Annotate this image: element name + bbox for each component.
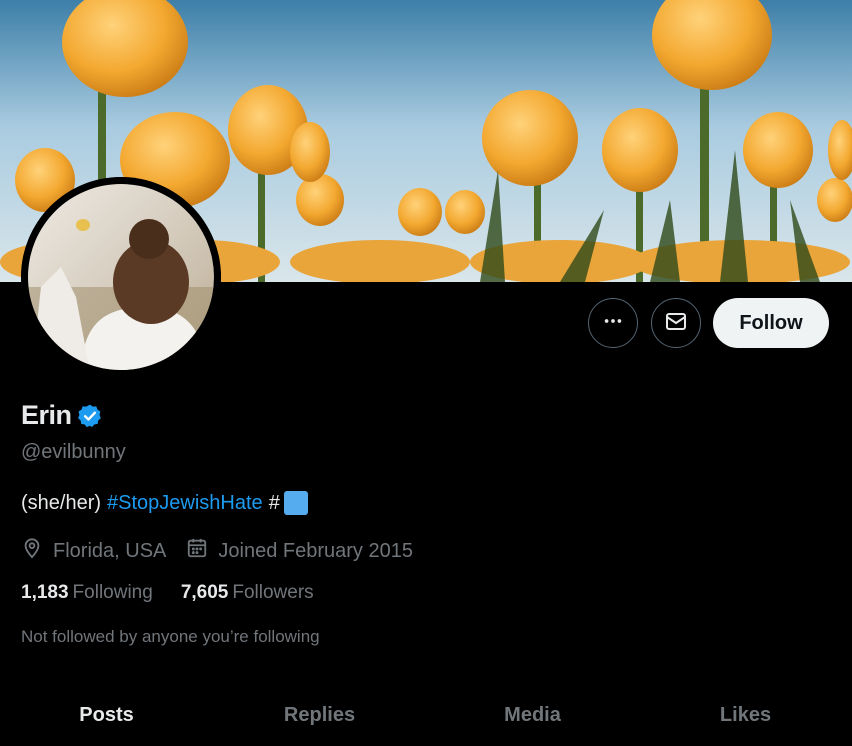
avatar[interactable] [21,177,221,377]
follow-button[interactable]: Follow [713,298,829,348]
calendar-icon [186,537,218,565]
bio-text: (she/her) [21,491,102,514]
following-link[interactable]: 1,183 Following [21,582,153,604]
not-followed-by-text: Not followed by anyone you’re following [21,627,320,646]
following-count: 1,183 [21,582,69,603]
display-name: Erin [21,400,72,430]
tab-replies[interactable]: Replies [213,686,426,744]
followers-label: Followers [232,582,314,603]
envelope-icon [664,309,688,338]
profile-handle: @evilbunny [21,441,126,463]
following-label: Following [72,582,153,603]
tab-media[interactable]: Media [426,686,639,744]
blue-square-emoji-icon [283,491,308,515]
location-item: Florida, USA [21,537,166,565]
profile-name-row: Erin [21,400,103,431]
tab-likes[interactable]: Likes [639,686,852,744]
verified-badge-icon[interactable] [77,403,103,429]
more-options-button[interactable] [588,298,638,348]
more-icon [602,310,624,337]
followers-count: 7,605 [180,582,229,603]
profile-stats: 1,183 Following 7,605 Followers [21,582,342,604]
followers-link[interactable]: 7,605 Followers [181,582,314,604]
location-pin-icon [21,537,53,565]
profile-tabs: Posts Replies Media Likes [0,686,852,746]
joined-item: Joined February 2015 [186,537,413,565]
bio-hashtag-link[interactable]: #StopJewishHate [107,492,263,515]
bio-hash-text: # [268,491,280,514]
location-text: Florida, USA [53,539,167,562]
message-button[interactable] [651,298,701,348]
joined-text: Joined February 2015 [218,539,413,562]
profile-bio: (she/her) #StopJewishHate # [21,491,308,515]
tab-posts[interactable]: Posts [0,686,213,744]
profile-meta: Florida, USA Joined February 2015 [21,537,433,565]
